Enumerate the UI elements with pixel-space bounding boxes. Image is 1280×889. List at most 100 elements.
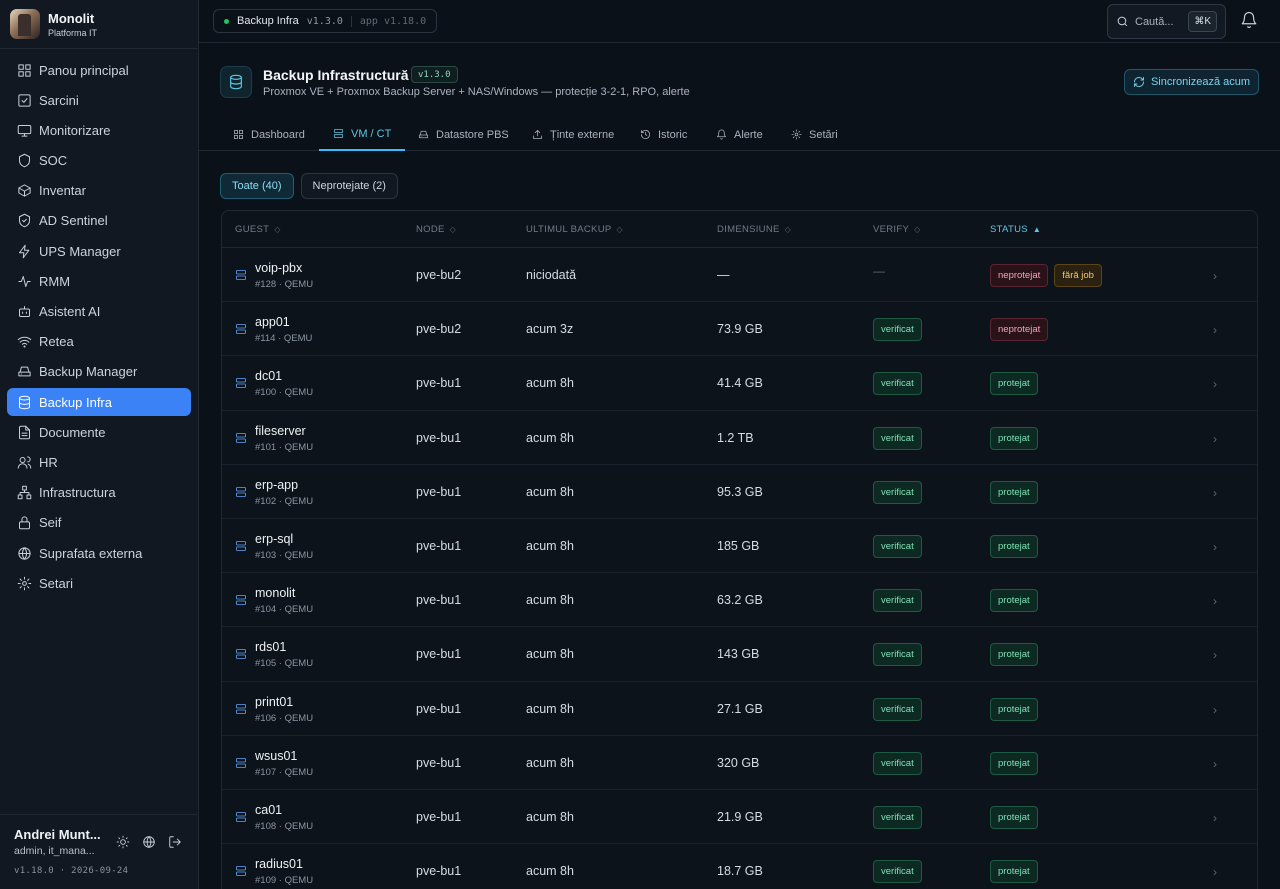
sync-now-label: Sincronizează acum (1150, 76, 1251, 88)
tab-label: Dashboard (251, 128, 305, 141)
search-placeholder: Caută... (1135, 15, 1174, 28)
size-cell: 21.9 GB (717, 809, 763, 824)
chevron-right-icon[interactable]: › (1213, 648, 1217, 662)
theme-toggle-icon[interactable] (110, 833, 136, 851)
sidebar-item-infrastructura[interactable]: Infrastructura (7, 479, 191, 507)
sidebar-item-soc[interactable]: SOC (7, 147, 191, 175)
user-name[interactable]: Andrei Munt... (14, 827, 106, 842)
verify-badge: verificat (873, 426, 922, 450)
guest-name: fileserver (255, 423, 306, 438)
table-header: GUEST ◇ NODE ◇ ULTIMUL BACKUP ◇ DIMENSIUNE ◇… (222, 211, 1257, 248)
sidebar-item-label: AD Sentinel (39, 213, 108, 229)
sidebar-item-label: Suprafata externa (39, 545, 143, 561)
tab-dashboard[interactable]: Dashboard (219, 118, 319, 151)
chevron-right-icon[interactable]: › (1213, 865, 1217, 879)
table-row[interactable]: ca01 #108 · QEMU pve-bu1 acum 8h 21.9 GB veri… (222, 790, 1257, 845)
sidebar-item-hr[interactable]: HR (7, 448, 191, 476)
chevron-right-icon[interactable]: › (1213, 486, 1217, 500)
breadcrumb[interactable]: Backup Infra v1.3.0 app v1.18.0 (213, 9, 438, 33)
tab-tinte-externe[interactable]: Ținte externe (518, 118, 628, 151)
sidebar-item-label: Inventar (39, 183, 86, 199)
history-icon (640, 129, 658, 140)
table-row[interactable]: fileserver #101 · QEMU pve-bu1 acum 8h 1.2 T… (222, 411, 1257, 465)
guest-name: print01 (255, 694, 294, 709)
chevron-right-icon[interactable]: › (1213, 432, 1217, 446)
filter-chip-neprotejate-2[interactable]: Neprotejate (2) (300, 173, 398, 199)
monitor-icon (16, 122, 32, 138)
verify-cell: verificat (873, 426, 928, 450)
chevron-right-icon[interactable]: › (1213, 540, 1217, 554)
filter-chips: Toate (40) Neprotejate (2) (220, 173, 405, 199)
table-row[interactable]: radius01 #109 · QEMU pve-bu1 acum 8h 18.7 GB… (222, 844, 1257, 889)
table-row[interactable]: app01 #114 · QEMU pve-bu2 acum 3z 73.9 GB ver… (222, 302, 1257, 357)
table-row[interactable]: dc01 #100 · QEMU pve-bu1 acum 8h 41.4 GB veri… (222, 356, 1257, 411)
logout-icon[interactable] (162, 833, 188, 851)
status-badge: neprotejat (990, 318, 1049, 342)
table-row[interactable]: rds01 #105 · QEMU pve-bu1 acum 8h 143 GB veri… (222, 627, 1257, 682)
user-role: admin, it_mana... (14, 845, 95, 857)
sidebar-item-suprafata-externa[interactable]: Suprafata externa (7, 539, 191, 567)
chevron-right-icon[interactable]: › (1213, 323, 1217, 337)
guests-table: GUEST ◇ NODE ◇ ULTIMUL BACKUP ◇ DIMENSIUNE ◇… (221, 210, 1258, 889)
notifications-bell-icon[interactable] (1240, 11, 1260, 31)
sidebar-item-sarcini[interactable]: Sarcini (7, 86, 191, 114)
guest-name: erp-app (255, 477, 299, 492)
chevron-right-icon[interactable]: › (1213, 703, 1217, 717)
chevron-right-icon[interactable]: › (1213, 757, 1217, 771)
brand[interactable]: Monolit Platforma IT (0, 0, 198, 49)
col-size[interactable]: DIMENSIUNE ◇ (717, 224, 791, 235)
guest-id: #103 · QEMU (255, 549, 314, 561)
table-row[interactable]: voip-pbx #128 · QEMU pve-bu2 niciodată — — nep… (222, 248, 1257, 303)
sidebar-item-ups-manager[interactable]: UPS Manager (7, 237, 191, 265)
verify-cell: verificat (873, 480, 928, 504)
status-badge: protejat (990, 805, 1038, 829)
table-row[interactable]: monolit #104 · QEMU pve-bu1 acum 8h 63.2 GB v… (222, 573, 1257, 628)
sidebar-item-asistent-ai[interactable]: Asistent AI (7, 298, 191, 326)
table-row[interactable]: wsus01 #107 · QEMU pve-bu1 acum 8h 320 GB ver… (222, 736, 1257, 790)
sidebar-item-backup-infra[interactable]: Backup Infra (7, 388, 191, 417)
status-cell: protejat (990, 480, 1044, 504)
chevron-right-icon[interactable]: › (1213, 594, 1217, 608)
table-row[interactable]: erp-sql #103 · QEMU pve-bu1 acum 8h 185 GB ve… (222, 519, 1257, 574)
search-box[interactable]: Caută... ⌘K (1107, 4, 1226, 39)
sidebar-item-label: UPS Manager (39, 243, 121, 259)
chevron-right-icon[interactable]: › (1213, 269, 1217, 283)
sidebar-item-ad-sentinel[interactable]: AD Sentinel (7, 207, 191, 235)
sidebar-item-inventar[interactable]: Inventar (7, 177, 191, 205)
last-backup-cell: acum 8h (526, 484, 574, 499)
sidebar-item-seif[interactable]: Seif (7, 509, 191, 537)
sidebar-item-monitorizare[interactable]: Monitorizare (7, 116, 191, 144)
node-cell: pve-bu1 (416, 701, 462, 716)
col-verify[interactable]: VERIFY ◇ (873, 224, 921, 235)
chevron-right-icon[interactable]: › (1213, 811, 1217, 825)
bolt-icon (16, 243, 32, 259)
tab-setari[interactable]: Setări (777, 118, 852, 151)
sync-now-button[interactable]: Sincronizează acum (1124, 69, 1259, 95)
status-cell: neprotejat fără job (990, 264, 1108, 287)
sidebar-item-retea[interactable]: Retea (7, 328, 191, 356)
table-row[interactable]: print01 #106 · QEMU pve-bu1 acum 8h 27.1 GB v… (222, 682, 1257, 736)
chevron-right-icon[interactable]: › (1213, 377, 1217, 391)
language-globe-icon[interactable] (136, 833, 162, 851)
col-node[interactable]: NODE ◇ (416, 224, 456, 235)
sidebar-item-setari[interactable]: Setari (7, 569, 191, 597)
table-row[interactable]: erp-app #102 · QEMU pve-bu1 acum 8h 95.3 GB v… (222, 465, 1257, 519)
col-guest[interactable]: GUEST ◇ (235, 224, 281, 235)
tab-datastore-pbs[interactable]: Datastore PBS (404, 118, 523, 151)
page-title: Backup Infrastructură (263, 67, 409, 83)
tab-vm-ct[interactable]: VM / CT (319, 118, 406, 151)
col-status[interactable]: STATUS ▲ (990, 224, 1041, 235)
status-cell: protejat (990, 534, 1044, 558)
sidebar-item-rmm[interactable]: RMM (7, 267, 191, 295)
shield-check-icon (16, 213, 32, 229)
tab-istoric[interactable]: Istoric (626, 118, 701, 151)
last-backup-cell: acum 8h (526, 430, 574, 445)
tab-alerte[interactable]: Alerte (702, 118, 777, 151)
server-icon (235, 648, 247, 660)
tab-label: Istoric (658, 128, 688, 141)
sidebar-item-panou-principal[interactable]: Panou principal (7, 56, 191, 84)
sidebar-item-backup-manager[interactable]: Backup Manager (7, 358, 191, 386)
filter-chip-toate-40[interactable]: Toate (40) (220, 173, 294, 199)
sidebar-item-documente[interactable]: Documente (7, 418, 191, 446)
col-last-backup[interactable]: ULTIMUL BACKUP ◇ (526, 224, 623, 235)
